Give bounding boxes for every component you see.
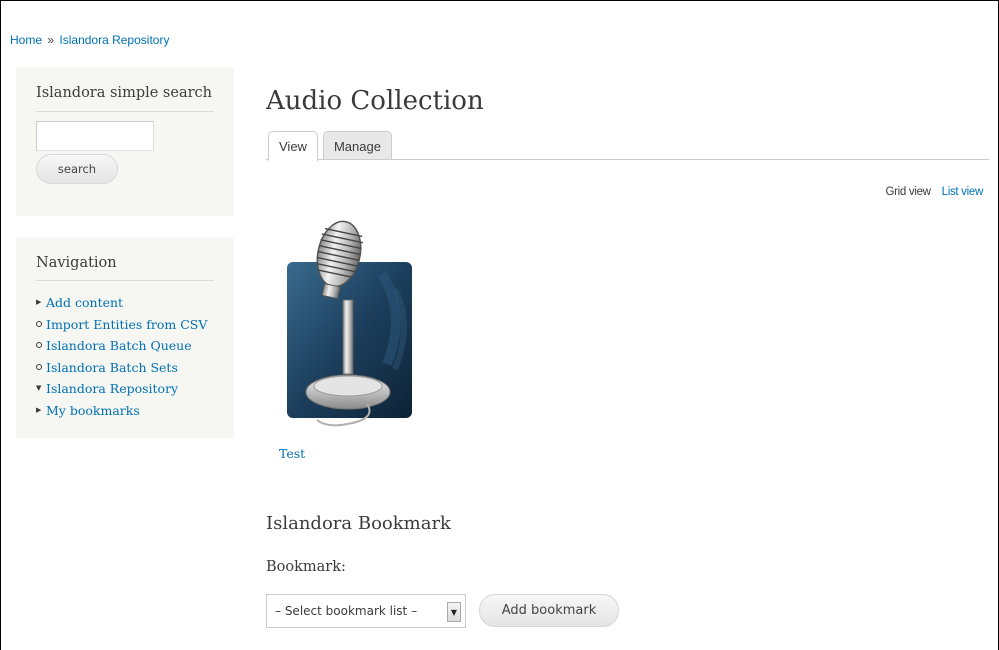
object-label-link[interactable]: Test <box>279 446 305 461</box>
nav-item-label: My bookmarks <box>46 402 140 418</box>
grid-view-label: Grid view <box>885 186 931 198</box>
nav-item-islandora-repository[interactable]: ▼ Islandora Repository <box>36 378 207 400</box>
tab-bar-divider <box>266 159 989 160</box>
list-view-link[interactable]: List view <box>942 186 984 198</box>
nav-item-label: Add content <box>46 295 124 310</box>
breadcrumb-current-link[interactable]: Islandora Repository <box>59 33 169 47</box>
search-block: Islandora simple search search <box>16 67 234 216</box>
breadcrumb: Home » Islandora Repository <box>10 33 169 47</box>
navigation-divider <box>36 280 214 281</box>
circle-bullet-icon <box>36 314 46 336</box>
collapsed-arrow-icon: ▶ <box>36 298 42 306</box>
nav-item-label: Import Entities from CSV <box>46 316 208 332</box>
expanded-arrow-icon: ▼ <box>36 384 42 392</box>
nav-item-add-content[interactable]: ▶ Add content <box>36 292 207 314</box>
view-switch: Grid view List view <box>885 186 983 198</box>
add-bookmark-button[interactable]: Add bookmark <box>479 594 619 627</box>
breadcrumb-home-link[interactable]: Home <box>10 33 42 47</box>
collapsed-arrow-icon: ▶ <box>36 405 42 414</box>
nav-item-label: Islandora Batch Queue <box>46 338 192 353</box>
bookmark-select-value: – Select bookmark list – <box>275 604 418 618</box>
object-thumbnail[interactable] <box>287 214 412 432</box>
nav-item-batch-sets[interactable]: Islandora Batch Sets <box>36 357 207 379</box>
dropdown-arrow-icon: ▼ <box>447 602 461 622</box>
navigation-title: Navigation <box>36 255 117 271</box>
search-block-divider <box>36 111 214 112</box>
bookmark-label: Bookmark: <box>266 559 346 575</box>
bookmark-heading: Islandora Bookmark <box>266 513 451 534</box>
circle-bullet-icon <box>36 335 46 357</box>
breadcrumb-separator: » <box>47 33 55 47</box>
search-button[interactable]: search <box>36 154 118 184</box>
page-title: Audio Collection <box>266 86 484 116</box>
search-input[interactable] <box>36 121 154 151</box>
nav-item-my-bookmarks[interactable]: ▶ My bookmarks <box>36 400 207 422</box>
bookmark-list-select[interactable]: – Select bookmark list – ▼ <box>266 594 466 628</box>
microphone-icon <box>287 220 412 427</box>
search-block-title: Islandora simple search <box>36 85 212 101</box>
nav-item-batch-queue[interactable]: Islandora Batch Queue <box>36 335 207 357</box>
nav-item-label: Islandora Batch Sets <box>46 359 178 375</box>
tab-view[interactable]: View <box>268 131 318 161</box>
tab-bar: View Manage <box>268 131 392 161</box>
circle-bullet-icon <box>36 357 46 379</box>
navigation-list: ▶ Add content Import Entities from CSV I… <box>36 292 207 421</box>
tab-manage[interactable]: Manage <box>322 131 392 160</box>
nav-item-import-entities[interactable]: Import Entities from CSV <box>36 314 207 336</box>
nav-item-label: Islandora Repository <box>46 381 179 396</box>
navigation-block: Navigation ▶ Add content Import Entities… <box>16 238 234 438</box>
